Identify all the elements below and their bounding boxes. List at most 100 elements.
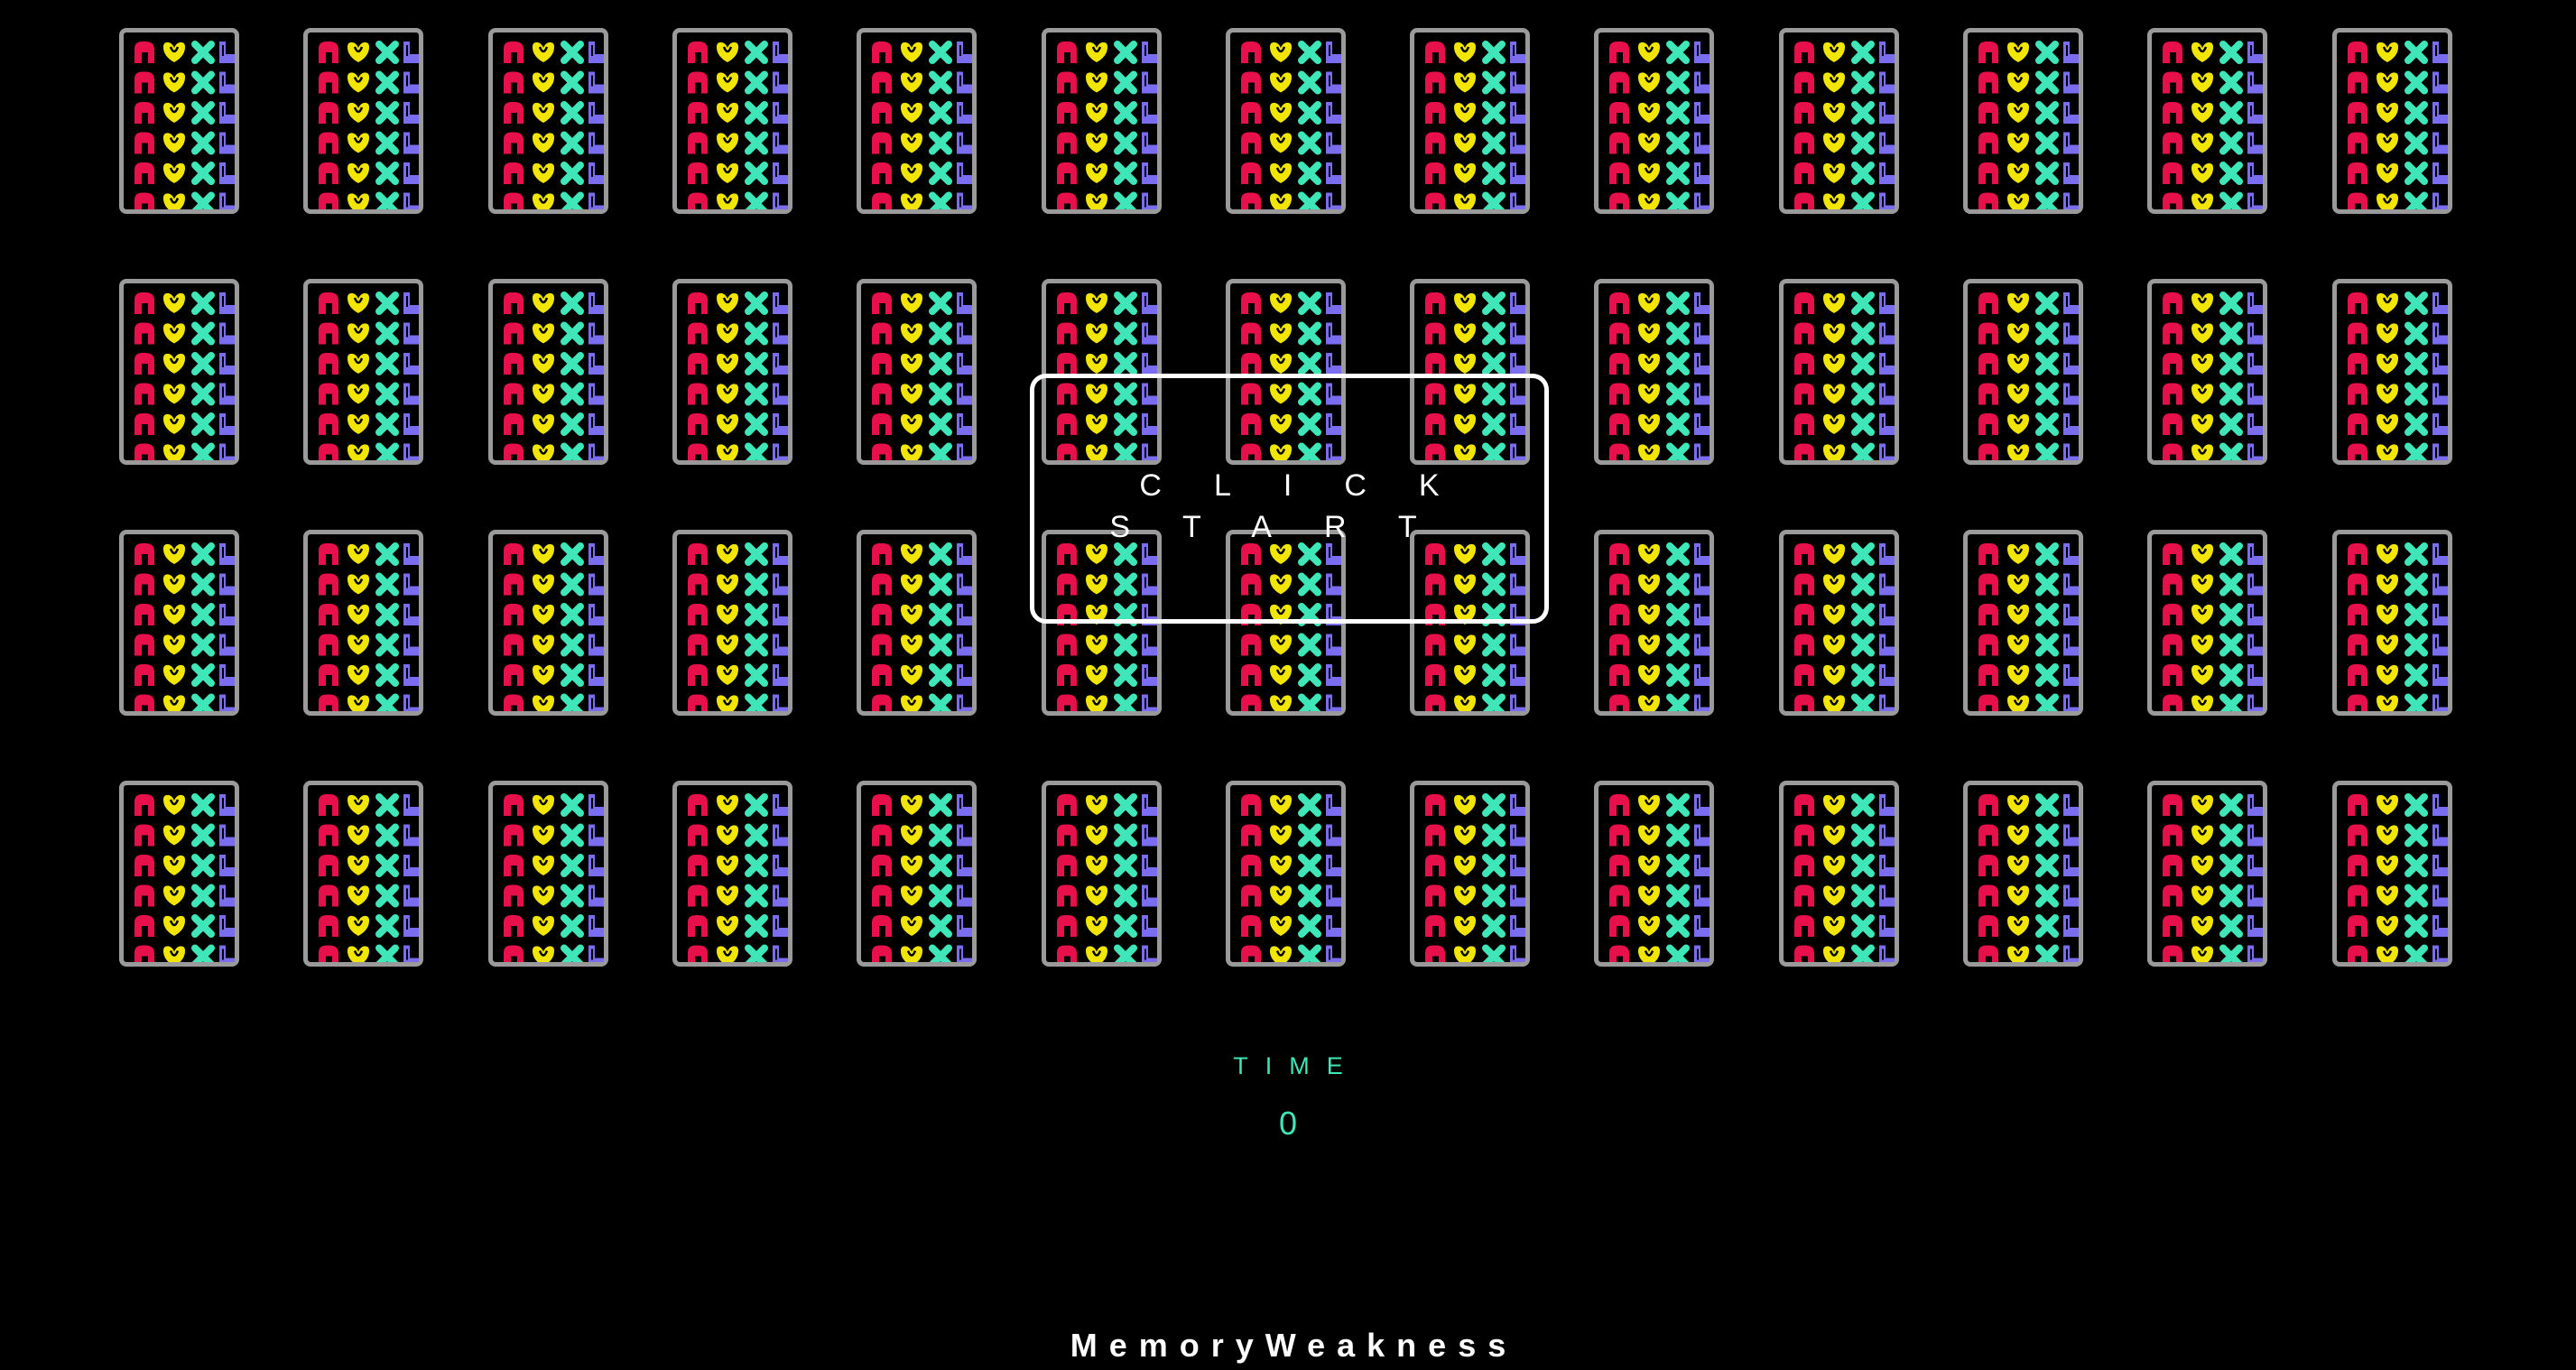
yellow-heart-icon — [717, 384, 738, 404]
card[interactable] — [2147, 28, 2267, 214]
card[interactable] — [1779, 781, 1899, 967]
purple-boot-icon — [1510, 322, 1525, 345]
red-arch-icon — [319, 383, 338, 405]
card[interactable] — [857, 781, 977, 967]
card[interactable] — [1963, 530, 2083, 716]
yellow-heart-icon — [1823, 664, 1845, 685]
red-arch-icon — [134, 945, 154, 962]
card[interactable] — [1594, 530, 1714, 716]
purple-boot-icon — [2432, 353, 2448, 375]
card[interactable] — [303, 530, 423, 716]
teal-cross-icon — [929, 663, 952, 687]
teal-cross-icon — [2219, 101, 2243, 125]
card[interactable] — [1779, 279, 1899, 465]
card[interactable] — [1963, 28, 2083, 214]
purple-boot-icon — [2063, 855, 2079, 876]
card[interactable] — [672, 530, 792, 716]
card[interactable] — [119, 781, 239, 967]
card[interactable] — [119, 530, 239, 716]
card[interactable] — [303, 279, 423, 465]
teal-cross-icon — [1666, 41, 1690, 64]
card[interactable] — [2332, 530, 2452, 716]
teal-cross-icon — [1298, 633, 1321, 657]
red-arch-icon — [2163, 794, 2182, 816]
card[interactable] — [1042, 28, 1162, 214]
yellow-heart-icon — [347, 102, 369, 123]
yellow-heart-icon — [2377, 634, 2398, 655]
card[interactable] — [2147, 530, 2267, 716]
yellow-heart-icon — [1638, 664, 1660, 685]
card[interactable] — [1594, 279, 1714, 465]
red-arch-icon — [1978, 945, 1998, 962]
card[interactable] — [1779, 28, 1899, 214]
card[interactable] — [1042, 781, 1162, 967]
yellow-heart-icon — [1638, 825, 1660, 846]
card[interactable] — [2147, 279, 2267, 465]
card[interactable] — [2147, 781, 2267, 967]
yellow-heart-icon — [1823, 604, 1845, 625]
card[interactable] — [672, 279, 792, 465]
yellow-heart-icon — [2191, 634, 2213, 655]
card[interactable] — [488, 781, 608, 967]
card[interactable] — [2332, 279, 2452, 465]
yellow-heart-icon — [1638, 384, 1660, 404]
red-arch-icon — [1057, 915, 1077, 937]
card[interactable] — [857, 530, 977, 716]
yellow-heart-icon — [2007, 413, 2029, 434]
yellow-heart-icon — [1270, 634, 1292, 655]
purple-boot-icon — [588, 543, 604, 565]
card[interactable] — [1963, 781, 2083, 967]
purple-boot-icon — [773, 945, 788, 962]
card[interactable] — [303, 28, 423, 214]
card[interactable] — [488, 28, 608, 214]
purple-boot-icon — [1879, 694, 1895, 711]
teal-cross-icon — [1114, 352, 1137, 375]
teal-cross-icon — [191, 693, 215, 711]
yellow-heart-icon — [1638, 323, 1660, 344]
card[interactable] — [1410, 781, 1530, 967]
card[interactable] — [672, 28, 792, 214]
teal-cross-icon — [1482, 321, 1506, 346]
card[interactable] — [1594, 781, 1714, 967]
card[interactable] — [1226, 781, 1346, 967]
card[interactable] — [303, 781, 423, 967]
red-arch-icon — [1609, 855, 1629, 876]
card[interactable] — [1594, 28, 1714, 214]
card[interactable] — [2332, 28, 2452, 214]
yellow-heart-icon — [163, 42, 185, 62]
purple-boot-icon — [2432, 573, 2448, 596]
click-start-button[interactable]: CLICK START — [1030, 374, 1549, 624]
purple-boot-icon — [403, 353, 419, 375]
yellow-heart-icon — [1638, 695, 1660, 711]
purple-boot-icon — [957, 292, 972, 314]
teal-cross-icon — [1851, 191, 1875, 209]
card[interactable] — [672, 781, 792, 967]
card[interactable] — [1779, 530, 1899, 716]
yellow-heart-icon — [2007, 72, 2029, 93]
red-arch-icon — [872, 694, 892, 711]
card[interactable] — [488, 530, 608, 716]
card[interactable] — [1226, 28, 1346, 214]
purple-boot-icon — [403, 884, 419, 907]
card[interactable] — [2332, 781, 2452, 967]
card[interactable] — [1410, 28, 1530, 214]
card[interactable] — [857, 28, 977, 214]
yellow-heart-icon — [2377, 855, 2398, 875]
teal-cross-icon — [2035, 382, 2059, 406]
card[interactable] — [488, 279, 608, 465]
teal-cross-icon — [191, 382, 215, 406]
card[interactable] — [857, 279, 977, 465]
yellow-heart-icon — [1086, 946, 1107, 962]
red-arch-icon — [1794, 353, 1814, 375]
card[interactable] — [119, 28, 239, 214]
card[interactable] — [119, 279, 239, 465]
card[interactable] — [1963, 279, 2083, 465]
red-arch-icon — [504, 664, 524, 686]
red-arch-icon — [2163, 292, 2182, 314]
red-arch-icon — [319, 353, 338, 375]
red-arch-icon — [1609, 42, 1629, 63]
teal-cross-icon — [2219, 191, 2243, 209]
purple-boot-icon — [2432, 824, 2448, 847]
teal-cross-icon — [2219, 162, 2243, 185]
purple-boot-icon — [957, 915, 972, 937]
